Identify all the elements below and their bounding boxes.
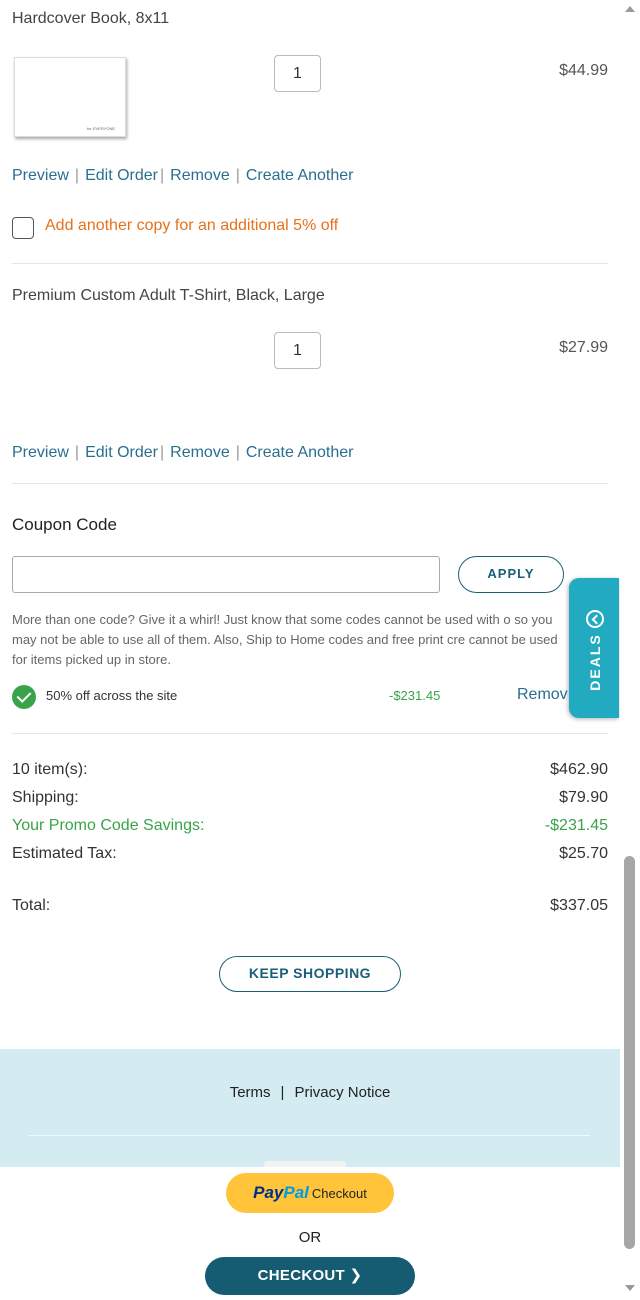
edit-order-link[interactable]: Edit Order [85,167,158,184]
item-actions: Preview | Edit Order | Remove | Create Another [12,167,354,185]
summary-value: $79.90 [559,789,608,806]
summary-value: $25.70 [559,845,608,862]
item-actions: Preview | Edit Order | Remove | Create Another [12,444,354,462]
paypal-logo-pal: Pal [283,1183,309,1202]
separator: | [235,167,240,184]
terms-link[interactable]: Terms [230,1084,271,1101]
item-price: $27.99 [559,339,608,356]
summary-total-row: Total: $337.05 [12,897,608,915]
summary-label: 10 item(s): [12,761,88,778]
chevron-left-circle-icon [586,610,604,628]
applied-coupon: 50% off across the site -$231.45 Remov [12,684,572,710]
separator: | [159,444,165,461]
thumbnail-caption: for EVERYONE [87,126,115,131]
item-price: $44.99 [559,62,608,79]
footer-separator: | [280,1084,285,1101]
item-title: Hardcover Book, 8x11 [12,10,170,27]
separator: | [74,167,80,184]
coupon-input[interactable] [12,556,440,593]
footer-tab [264,1161,346,1167]
checkout-button[interactable]: CHECKOUT ❯ [205,1257,415,1295]
privacy-notice-link[interactable]: Privacy Notice [294,1084,390,1101]
preview-link[interactable]: Preview [12,167,69,184]
deals-label: DEALS [587,633,603,691]
edit-order-link[interactable]: Edit Order [85,444,158,461]
divider [12,263,608,264]
remove-link[interactable]: Remove [170,167,230,184]
footer-links: Terms | Privacy Notice [0,1084,620,1101]
keep-shopping-button[interactable]: KEEP SHOPPING [219,956,401,992]
or-label: OR [298,1229,322,1246]
product-thumbnail[interactable]: for EVERYONE [14,57,126,137]
scrollbar-thumb[interactable] [624,856,635,1249]
remove-coupon-link[interactable]: Remov [517,686,568,704]
footer: Terms | Privacy Notice [0,1049,620,1167]
quantity-field[interactable]: 1 [274,55,321,92]
divider [12,733,608,734]
separator: | [74,444,80,461]
item-title: Premium Custom Adult T-Shirt, Black, Lar… [12,287,325,304]
check-icon [12,685,36,709]
apply-button[interactable]: APPLY [458,556,564,593]
create-another-link[interactable]: Create Another [246,444,354,461]
preview-link[interactable]: Preview [12,444,69,461]
create-another-link[interactable]: Create Another [246,167,354,184]
summary-promo-row: Your Promo Code Savings: -$231.45 [12,817,608,835]
paypal-checkout-label: Checkout [311,1186,367,1201]
summary-label: Your Promo Code Savings: [12,817,205,834]
separator: | [235,444,240,461]
applied-coupon-amount: -$231.45 [389,688,441,703]
footer-divider [28,1135,590,1136]
paypal-checkout-button[interactable]: PayPal Checkout [226,1173,394,1213]
divider [12,483,608,484]
add-copy-label[interactable]: Add another copy for an additional 5% of… [45,217,338,235]
summary-tax-row: Estimated Tax: $25.70 [12,845,608,863]
summary-value: $337.05 [550,897,608,914]
summary-value: $462.90 [550,761,608,778]
summary-label: Total: [12,897,51,914]
summary-value: -$231.45 [544,817,608,834]
paypal-logo-pay: Pay [253,1183,284,1202]
deals-tab[interactable]: DEALS [569,578,619,718]
coupon-help-text: More than one code? Give it a whirl! Jus… [12,612,558,667]
summary-label: Estimated Tax: [12,845,117,862]
scroll-up-icon[interactable] [625,6,635,12]
summary-items-row: 10 item(s): $462.90 [12,761,608,779]
summary-label: Shipping: [12,789,79,806]
remove-link[interactable]: Remove [170,444,230,461]
separator: | [159,167,165,184]
add-copy-checkbox[interactable] [12,217,34,239]
scroll-down-icon[interactable] [625,1285,635,1291]
summary-shipping-row: Shipping: $79.90 [12,789,608,807]
applied-coupon-label: 50% off across the site [46,688,178,703]
quantity-field[interactable]: 1 [274,332,321,369]
coupon-heading: Coupon Code [12,515,117,534]
